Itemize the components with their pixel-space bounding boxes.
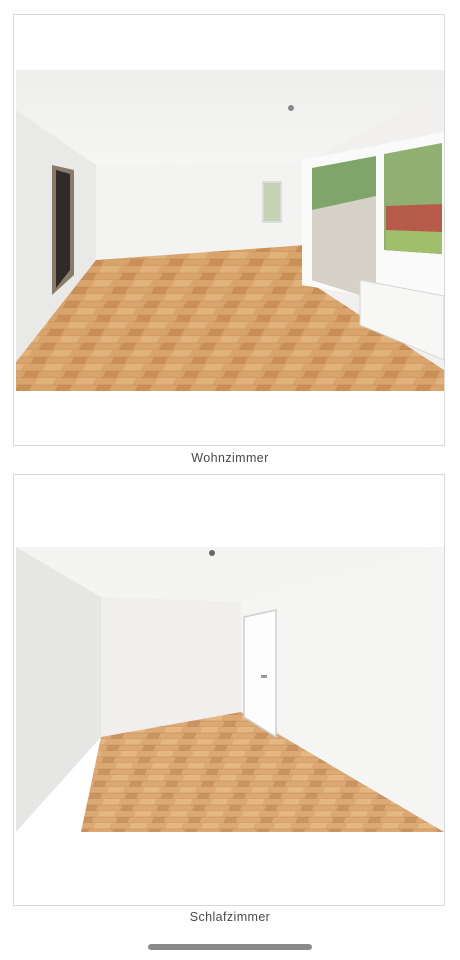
home-indicator[interactable] (148, 944, 312, 950)
living-room-photo[interactable] (16, 70, 444, 391)
bedroom-photo[interactable] (16, 547, 444, 832)
photo-card-living-room[interactable] (13, 14, 445, 446)
photo-caption-living-room: Wohnzimmer (191, 451, 269, 465)
photo-card-bedroom[interactable] (13, 474, 445, 906)
photo-caption-bedroom: Schlafzimmer (189, 910, 271, 924)
